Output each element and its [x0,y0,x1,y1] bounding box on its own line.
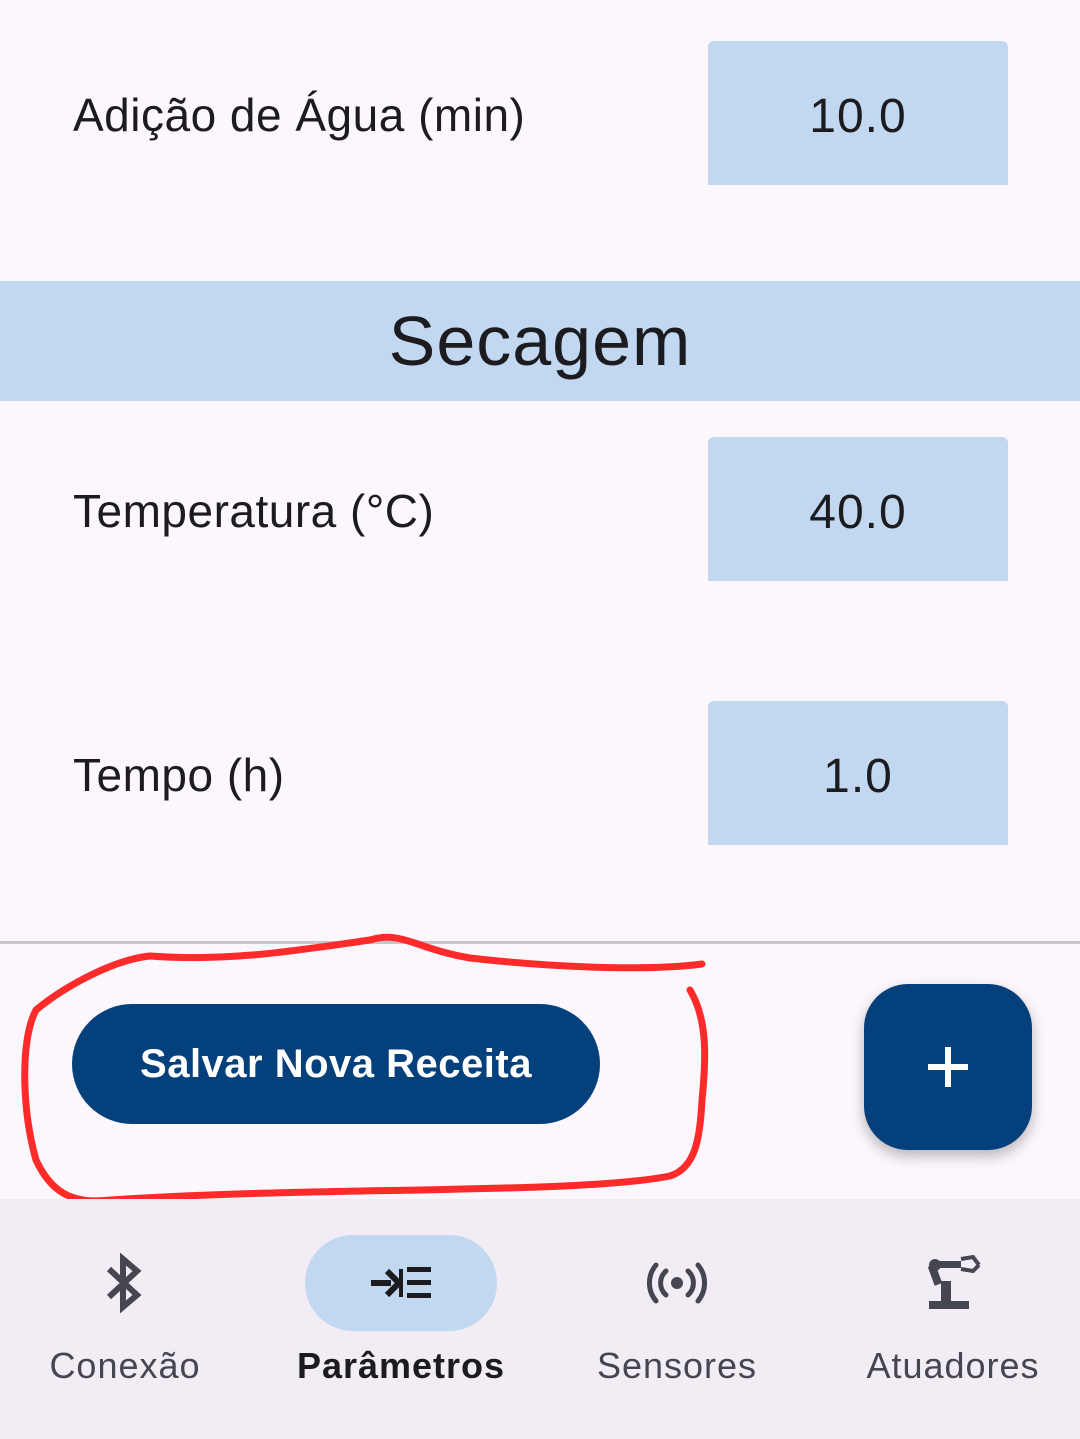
parameters-icon [371,1267,431,1298]
save-recipe-button[interactable]: Salvar Nova Receita [72,1004,600,1124]
param-label: Adição de Água (min) [73,89,526,141]
section-header: Secagem [0,281,1080,401]
nav-label: Parâmetros [296,1345,506,1386]
param-value-input[interactable] [708,41,1008,185]
sensors-icon [647,1262,707,1304]
nav-icon-container-active [305,1235,497,1331]
robot-arm-icon [927,1255,981,1309]
bluetooth-icon [106,1253,142,1313]
nav-item-atuadores[interactable]: Atuadores [818,1199,1080,1439]
nav-label: Atuadores [866,1345,1040,1386]
bottom-navigation: Conexão Parâmetros Sensores Atuadores [0,1199,1080,1439]
param-label: Tempo (h) [73,749,285,801]
nav-label: Conexão [49,1345,201,1386]
add-fab-button[interactable] [864,984,1032,1150]
param-value-input[interactable] [708,701,1008,845]
nav-icon-container [857,1235,1049,1331]
plus-icon [928,1047,968,1087]
nav-item-sensores[interactable]: Sensores [542,1199,812,1439]
nav-item-conexao[interactable]: Conexão [0,1199,260,1439]
nav-label: Sensores [596,1345,758,1386]
nav-icon-container [581,1235,773,1331]
param-value-input[interactable] [708,437,1008,581]
divider [0,941,1080,944]
nav-icon-container [29,1235,221,1331]
param-label: Temperatura (°C) [73,485,435,537]
nav-item-parametros[interactable]: Parâmetros [266,1199,536,1439]
